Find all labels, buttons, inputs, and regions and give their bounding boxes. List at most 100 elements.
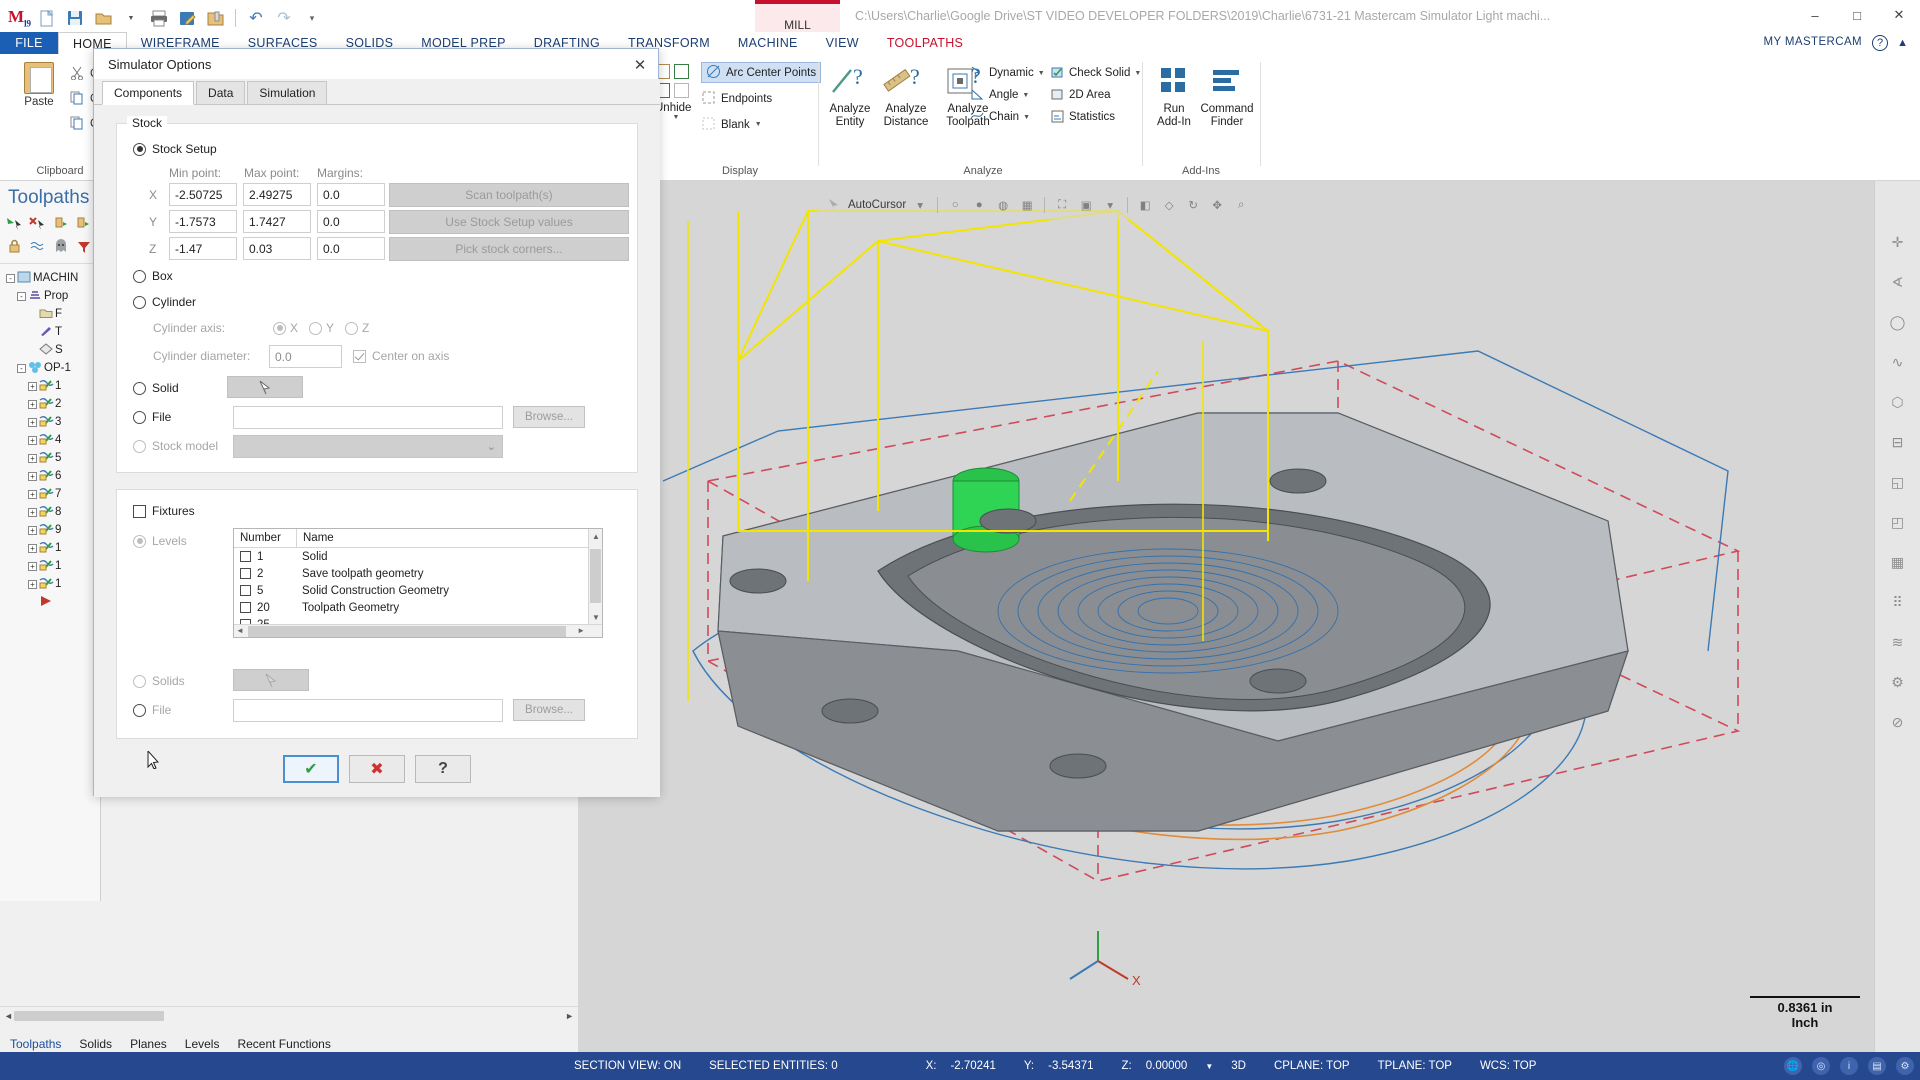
- dialog-tab-simulation[interactable]: Simulation: [247, 81, 328, 104]
- tree-expander[interactable]: +: [28, 399, 37, 409]
- toolpaths-toolbar[interactable]: [0, 213, 100, 257]
- tree-expander[interactable]: +: [28, 561, 37, 571]
- 2d-area-button[interactable]: 2D Area: [1050, 84, 1141, 106]
- search-view-icon[interactable]: ⌕: [1231, 195, 1251, 215]
- dialog-tab-data[interactable]: Data: [196, 81, 246, 104]
- dialog-tab-components[interactable]: Components: [102, 81, 195, 105]
- levels-horizontal-scrollbar[interactable]: ◄ ►: [234, 624, 602, 637]
- chain-button[interactable]: Chain ▼: [970, 106, 1045, 128]
- midpoint-tool-icon[interactable]: ◍: [993, 195, 1013, 215]
- zoom-dropdown-icon[interactable]: ▾: [1100, 195, 1120, 215]
- cylinder-axis-z-radio[interactable]: [345, 321, 358, 335]
- fixtures-file-input[interactable]: [233, 699, 503, 722]
- regen-all-icon[interactable]: [75, 215, 92, 232]
- analyze-distance-button[interactable]: ? Analyze Distance: [876, 62, 936, 129]
- collapse-ribbon-icon[interactable]: ▲: [1897, 37, 1908, 49]
- select-all-toolpaths-icon[interactable]: [6, 215, 23, 232]
- scroll-right-arrow[interactable]: ►: [565, 1011, 574, 1021]
- print-icon[interactable]: [146, 5, 172, 31]
- levels-vertical-scrollbar[interactable]: ▲ ▼: [588, 529, 602, 637]
- dot-tool-icon[interactable]: ●: [969, 195, 989, 215]
- levels-radio-row[interactable]: Levels: [133, 534, 187, 548]
- cylinder-axis-y-option[interactable]: Y: [309, 321, 334, 335]
- stock-min-input[interactable]: -2.50725: [169, 183, 237, 206]
- dropdown-arrow-icon[interactable]: ▼: [118, 5, 144, 31]
- levels-list-row[interactable]: 2 Save toolpath geometry: [234, 565, 602, 582]
- solid-view-icon[interactable]: ◰: [1885, 509, 1911, 535]
- curve-icon[interactable]: ∿: [1885, 349, 1911, 375]
- dialog-close-button[interactable]: ✕: [626, 53, 654, 77]
- mesh-icon[interactable]: ⬡: [1885, 389, 1911, 415]
- levels-row-checkbox[interactable]: [240, 568, 251, 579]
- tree-expander[interactable]: -: [17, 363, 26, 373]
- close-button[interactable]: ✕: [1878, 0, 1920, 30]
- endpoints-button[interactable]: Endpoints: [701, 88, 821, 109]
- layers-view-icon[interactable]: ≋: [1885, 629, 1911, 655]
- check-solid-button[interactable]: Check Solid ▼: [1050, 62, 1141, 84]
- dialog-cancel-button[interactable]: ✖: [349, 755, 405, 783]
- stock-max-input[interactable]: 2.49275: [243, 183, 311, 206]
- tree-expander[interactable]: +: [28, 471, 37, 481]
- tree-node[interactable]: +4: [0, 431, 100, 449]
- scroll-left-arrow[interactable]: ◄: [4, 1011, 13, 1021]
- autocursor-icon[interactable]: [824, 195, 844, 215]
- shade-icon[interactable]: ◧: [1135, 195, 1155, 215]
- levels-row-checkbox[interactable]: [240, 602, 251, 613]
- tree-node[interactable]: S: [0, 341, 100, 359]
- tree-expander[interactable]: +: [28, 543, 37, 553]
- panel-tab-recent-functions[interactable]: Recent Functions: [237, 1037, 330, 1051]
- cylinder-diameter-input[interactable]: 0.0: [269, 345, 342, 368]
- measure-icon[interactable]: ∢: [1885, 269, 1911, 295]
- levels-scroll-up-icon[interactable]: ▲: [589, 529, 602, 543]
- scroll-thumb[interactable]: [14, 1011, 164, 1021]
- lock-icon[interactable]: [6, 238, 23, 255]
- grid-tool-icon[interactable]: ▦: [1017, 195, 1037, 215]
- tree-node[interactable]: +1: [0, 575, 100, 593]
- help-icon[interactable]: ?: [1872, 35, 1888, 51]
- stock-file-input[interactable]: [233, 406, 503, 429]
- tree-node[interactable]: F: [0, 305, 100, 323]
- fixtures-file-radio-row[interactable]: File: [133, 703, 171, 717]
- tree-expander[interactable]: +: [28, 525, 37, 535]
- analyze-entity-button[interactable]: ? Analyze Entity: [824, 62, 876, 129]
- levels-hscroll-left-icon[interactable]: ◄: [236, 626, 244, 635]
- circle-view-icon[interactable]: ◯: [1885, 309, 1911, 335]
- angle-dropdown-icon[interactable]: ▼: [1022, 92, 1029, 99]
- use-stock-setup-values-button[interactable]: Use Stock Setup values: [389, 210, 629, 234]
- stock-margin-input[interactable]: 0.0: [317, 183, 385, 206]
- dynamic-button[interactable]: Dynamic ▼: [970, 62, 1045, 84]
- levels-list-row[interactable]: 20 Toolpath Geometry: [234, 599, 602, 616]
- grid-view-icon[interactable]: ▦: [1885, 549, 1911, 575]
- toolpath-tree[interactable]: - MACHIN - Prop F T S - OP-1 +1 +2 +3 +4 +5 +6 +7 +8 +9 +1…: [0, 263, 100, 611]
- stock-setup-radio[interactable]: [133, 142, 146, 156]
- filter-icon[interactable]: [75, 238, 92, 255]
- undo-icon[interactable]: ↶: [243, 5, 269, 31]
- tree-node[interactable]: +6: [0, 467, 100, 485]
- globe-icon[interactable]: 🌐: [1784, 1057, 1802, 1075]
- box-radio[interactable]: [133, 269, 146, 283]
- blank-button[interactable]: Blank ▼: [701, 114, 821, 135]
- regen-dirty-icon[interactable]: [52, 215, 69, 232]
- check-solid-dropdown-icon[interactable]: ▼: [1134, 70, 1141, 77]
- stock-max-input[interactable]: 0.03: [243, 237, 311, 260]
- cylinder-axis-z-option[interactable]: Z: [345, 321, 369, 335]
- scan-toolpaths-button[interactable]: Scan toolpath(s): [389, 183, 629, 207]
- panel-tab-levels[interactable]: Levels: [185, 1037, 220, 1051]
- open-folder-icon[interactable]: [90, 5, 116, 31]
- tree-node[interactable]: T: [0, 323, 100, 341]
- tree-expander[interactable]: +: [28, 381, 37, 391]
- panel-tab-planes[interactable]: Planes: [130, 1037, 167, 1051]
- status-tplane[interactable]: TPLANE: TOP: [1364, 1060, 1466, 1072]
- ribbon-tab-toolpaths[interactable]: TOOLPATHS: [873, 32, 977, 54]
- unhide-all-icon[interactable]: [674, 83, 689, 98]
- cylinder-axis-y-radio[interactable]: [309, 321, 322, 335]
- window-controls[interactable]: – □ ✕: [1794, 0, 1920, 30]
- plane-icon[interactable]: ◱: [1885, 469, 1911, 495]
- unhide-label[interactable]: Unhide: [655, 102, 697, 114]
- ribbon-tab-view[interactable]: VIEW: [812, 32, 873, 54]
- tree-expander[interactable]: +: [28, 579, 37, 589]
- status-view-mode[interactable]: 3D: [1217, 1060, 1260, 1072]
- pick-stock-corners-button[interactable]: Pick stock corners...: [389, 237, 629, 261]
- wireframe-icon[interactable]: ◇: [1159, 195, 1179, 215]
- tree-node[interactable]: +1: [0, 539, 100, 557]
